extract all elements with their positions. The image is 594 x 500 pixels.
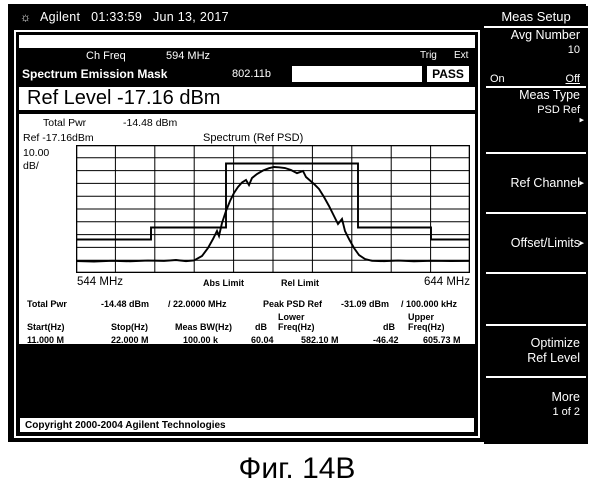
rel-limit-label: Rel Limit [281, 278, 320, 288]
softkey-meas-type[interactable]: Meas Type PSD Ref ▸ [486, 88, 586, 154]
summary-peak-psd-label: Peak PSD Ref [263, 299, 323, 309]
summary-total-pwr-value: -14.48 dBm [101, 299, 150, 309]
copyright-bar: Copyright 2000-2004 Agilent Technologies [19, 417, 475, 433]
title-bar-text: Agilent 01:33:59 Jun 13, 2017 [40, 10, 236, 24]
row1-start: 22.000 M [27, 348, 65, 358]
softkey-ref-channel[interactable]: Ref Channel ▸ [486, 154, 586, 214]
ref-level-banner: Ref Level -17.16 dBm [19, 86, 475, 112]
row0-upper-db: -46.42 [373, 335, 399, 345]
graph-title: Spectrum (Ref PSD) [203, 132, 304, 144]
header-upper-freq: Freq(Hz) [408, 322, 445, 332]
results-table: Total Pwr -14.48 dBm / 22.0000 MHz Peak … [23, 299, 471, 361]
spectrum-graph: Total Pwr -14.48 dBm Ref -17.16dBm Spect… [19, 114, 475, 358]
row0-lower-db: 60.04 [251, 335, 274, 345]
softkey-optimize-ref-level[interactable]: Optimize Ref Level [486, 326, 586, 378]
softkey-avg-on-label[interactable]: On [490, 73, 505, 85]
group-lower-label: Lower [278, 312, 305, 322]
row1-lower-db: 65.48 [251, 348, 274, 358]
status-badge: PASS [427, 66, 469, 82]
spectrum-plot-svg [76, 145, 470, 273]
figure-caption: Фиг. 14В [238, 452, 356, 485]
softkey-avg-number-value: 10 [567, 44, 580, 56]
trigger-source-value: Ext [454, 50, 469, 61]
softkey-more-page: 1 of 2 [552, 405, 580, 418]
measurement-header-row: Spectrum Emission Mask 802.11b PASS [16, 66, 478, 84]
header-upper-db: dB [383, 322, 395, 332]
graph-ref-label: Ref -17.16dBm [23, 132, 94, 144]
softkey-ref-channel-label: Ref Channel [510, 175, 581, 190]
table-row: 11.000 M 22.000 M 100.00 k 60.04 582.10 … [23, 335, 471, 348]
header-start: Start(Hz) [27, 322, 65, 332]
summary-peak-psd-value: -31.09 dBm [341, 299, 390, 309]
softkey-empty-slot[interactable] [486, 274, 586, 326]
trigger-label: Trig [420, 50, 437, 61]
abs-limit-label: Abs Limit [203, 278, 245, 288]
chevron-right-icon: ▸ [579, 114, 584, 125]
softkey-meas-type-label: Meas Type [519, 88, 580, 102]
header-lower-freq: Freq(Hz) [278, 322, 315, 332]
header-meas-bw: Meas BW(Hz) [175, 322, 233, 332]
row1-upper-freq: 643.67 M [423, 348, 461, 358]
softkey-offset-limits[interactable]: Offset/Limits ▸ [486, 214, 586, 274]
softkey-avg-number[interactable]: Avg Number 10 On Off [486, 28, 586, 88]
row1-meas-bw: 100.00 k [183, 348, 219, 358]
softkey-avg-off-label[interactable]: Off [566, 73, 580, 85]
graph-scale-value: 10.00 [23, 147, 50, 159]
x-axis-start-label: 544 MHz [77, 276, 124, 288]
row1-upper-db: -65.21 [373, 348, 399, 358]
row1-lower-freq: 644.00 M [301, 348, 339, 358]
row0-stop: 22.000 M [111, 335, 149, 345]
softkey-meas-type-value: PSD Ref [537, 104, 580, 116]
summary-total-pwr-bw: / 22.0000 MHz [168, 299, 227, 309]
clock-date: Jun 13, 2017 [152, 10, 229, 24]
results-summary-row: Total Pwr -14.48 dBm / 22.0000 MHz Peak … [23, 299, 471, 312]
ch-freq-value: 594 MHz [166, 50, 211, 62]
measurement-panel: Ch Freq 594 MHz Trig Ext Spectrum Emissi… [14, 30, 480, 438]
softkey-ref-level-label: Ref Level [527, 351, 580, 365]
header-stop: Stop(Hz) [111, 322, 148, 332]
softkey-menu-title: Meas Setup [484, 6, 588, 28]
row0-meas-bw: 100.00 k [183, 335, 219, 345]
chevron-right-icon: ▸ [579, 237, 584, 248]
softkey-more[interactable]: More 1 of 2 [486, 378, 586, 430]
standard-label: 802.11b [232, 68, 271, 80]
softkey-menu: Meas Setup Avg Number 10 On Off Meas Typ… [484, 6, 588, 444]
graph-total-pwr-label: Total Pwr [43, 117, 87, 129]
ch-freq-label: Ch Freq [86, 50, 126, 62]
graph-total-pwr-value: -14.48 dBm [123, 117, 178, 129]
row0-upper-freq: 605.73 M [423, 335, 461, 345]
brand-label: Agilent [40, 10, 81, 24]
results-header-row: Start(Hz) Stop(Hz) Meas BW(Hz) dB Freq(H… [23, 322, 471, 335]
row0-lower-freq: 582.10 M [301, 335, 339, 345]
sun-icon: ☼ [20, 10, 31, 24]
summary-peak-psd-bw: / 100.000 kHz [401, 299, 458, 309]
status-entry-field[interactable] [292, 66, 422, 82]
top-white-strip [19, 35, 475, 48]
softkey-offset-limits-label: Offset/Limits [510, 235, 580, 250]
softkey-avg-number-label: Avg Number [510, 28, 580, 42]
header-lower-db: dB [255, 322, 267, 332]
softkey-more-label: More [551, 389, 580, 404]
chevron-right-icon: ▸ [579, 177, 584, 188]
group-upper-label: Upper [408, 312, 435, 322]
summary-total-pwr-label: Total Pwr [27, 299, 67, 309]
channel-frequency-row: Ch Freq 594 MHz Trig Ext [16, 50, 478, 65]
measurement-title: Spectrum Emission Mask [22, 67, 168, 81]
softkey-optimize-label: Optimize [530, 336, 580, 350]
table-row: 22.000 M 50.000 M 100.00 k 65.48 644.00 … [23, 348, 471, 361]
x-axis-stop-label: 644 MHz [423, 276, 470, 288]
graph-scale-unit: dB/ [23, 160, 39, 172]
row0-start: 11.000 M [27, 335, 65, 345]
clock-time: 01:33:59 [91, 10, 143, 24]
instrument-screen: ☼ Agilent 01:33:59 Jun 13, 2017 Ch Freq … [8, 4, 588, 444]
results-group-row: Lower Upper [23, 312, 471, 322]
graph-plot-area [76, 145, 470, 273]
row1-stop: 50.000 M [111, 348, 149, 358]
